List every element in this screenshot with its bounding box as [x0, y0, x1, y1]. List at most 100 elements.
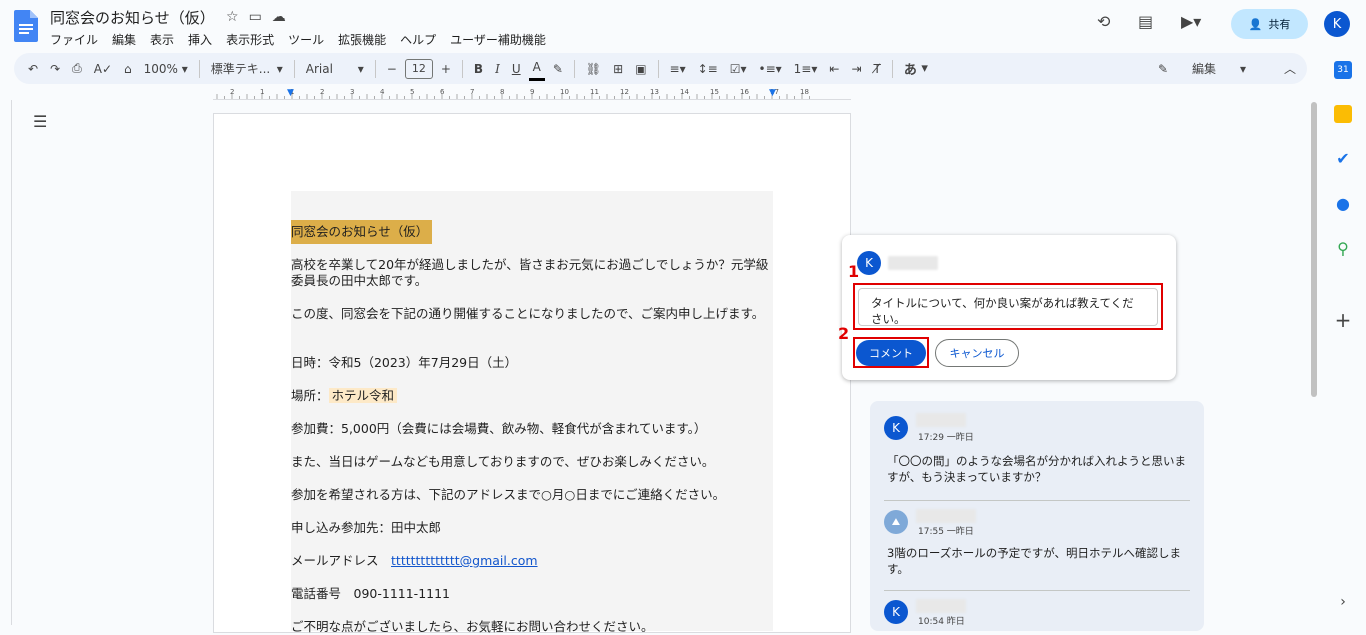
vertical-scrollbar[interactable]	[1311, 102, 1317, 397]
account-avatar[interactable]: K	[1324, 11, 1350, 37]
contact-email[interactable]: メールアドレス tttttttttttttt@gmail.com	[291, 553, 538, 569]
document-outline-icon[interactable]: ☰	[33, 112, 47, 131]
bold-button[interactable]: B	[470, 57, 487, 81]
input-tools-button[interactable]: あ ▾	[900, 57, 932, 81]
cloud-status-icon[interactable]: ☁	[272, 9, 286, 25]
font-size-input[interactable]: 12	[404, 58, 433, 79]
underline-button[interactable]: U	[508, 57, 525, 81]
maps-icon[interactable]: ⚲	[1334, 239, 1352, 258]
numbered-list-icon[interactable]: 1≡▾	[790, 57, 822, 81]
ruler-label: 8	[500, 88, 504, 96]
highlight-icon[interactable]: ✎	[549, 57, 567, 81]
paint-format-icon[interactable]: ⌂	[120, 57, 136, 81]
comment-text: 3階のローズホールの予定ですが、明日ホテルへ確認します。	[887, 546, 1182, 576]
line-spacing-icon[interactable]: ↕≡	[694, 57, 722, 81]
doc-heading[interactable]: 同窓会のお知らせ（仮）	[291, 220, 432, 244]
get-addons-icon[interactable]: +	[1334, 308, 1352, 332]
zoom-select[interactable]: 100% ▾	[140, 57, 192, 81]
decrease-indent-icon[interactable]: ⇤	[825, 57, 843, 81]
divider	[461, 59, 463, 78]
bulleted-list-icon[interactable]: •≡▾	[755, 57, 786, 81]
commenter-avatar: K	[857, 251, 881, 275]
menu-file[interactable]: ファイル	[50, 31, 98, 48]
checklist-icon[interactable]: ☑▾	[726, 57, 751, 81]
comment-input[interactable]: タイトルについて、何か良い案があれば教えてください。	[858, 288, 1158, 326]
vertical-ruler[interactable]	[0, 100, 12, 625]
italic-button[interactable]: I	[491, 57, 504, 81]
comment-time: 10:54 昨日	[918, 617, 965, 627]
undo-icon[interactable]: ↶	[24, 57, 42, 81]
ruler-label: 12	[620, 88, 629, 96]
event-date[interactable]: 日時：令和5（2023）年7月29日（土）	[291, 355, 517, 371]
menu-format[interactable]: 表示形式	[226, 31, 274, 48]
ruler-label: 1	[260, 88, 264, 96]
font-select[interactable]: Arial ▾	[302, 57, 368, 81]
paragraph-rsvp[interactable]: 参加を希望される方は、下記のアドレスまで○月○日までにご連絡ください。	[291, 487, 725, 503]
comments-icon[interactable]: ▤	[1138, 12, 1153, 31]
contact-phone[interactable]: 電話番号 090-1111-1111	[291, 586, 450, 602]
left-indent-marker[interactable]: ▼	[287, 88, 294, 98]
email-link[interactable]: tttttttttttttt@gmail.com	[391, 553, 538, 568]
comment-submit-button[interactable]: コメント	[856, 340, 926, 366]
menu-accessibility[interactable]: ユーザー補助機能	[450, 31, 546, 48]
star-icon[interactable]: ☆	[226, 9, 239, 25]
horizontal-ruler[interactable]: 2 1 1 2 3 4 5 6 7 8 9 10 11 12 13 14 15 16 17 18 ▼ ▼	[213, 88, 851, 100]
spellcheck-icon[interactable]: A✓	[90, 57, 116, 81]
thread-avatar: K	[884, 600, 908, 624]
reply-avatar-image: ⛰	[884, 510, 908, 534]
formatting-toolbar: ↶ ↷ ⎙ A✓ ⌂ 100% ▾ 標準テキ... ▾ Arial ▾ − 12 +…	[14, 53, 1307, 84]
right-indent-marker[interactable]: ▼	[769, 88, 776, 98]
print-icon[interactable]: ⎙	[68, 57, 86, 81]
event-fee[interactable]: 参加費：5,000円（会費には会場費、飲み物、軽食代が含まれています。）	[291, 421, 706, 437]
menu-edit[interactable]: 編集	[112, 31, 136, 48]
document-body[interactable]: 同窓会のお知らせ（仮） 高校を卒業して20年が経過しましたが、皆さまお元気にお過…	[291, 191, 773, 634]
history-icon[interactable]: ⟲	[1097, 12, 1110, 31]
font-value: Arial	[305, 61, 333, 76]
insert-image-icon[interactable]: ▣	[631, 57, 650, 81]
document-title[interactable]: 同窓会のお知らせ（仮）	[50, 7, 215, 28]
link-icon[interactable]: ⛓	[582, 57, 605, 81]
increase-indent-icon[interactable]: ⇥	[847, 57, 865, 81]
meet-icon[interactable]: ▶▾	[1181, 12, 1201, 31]
redo-icon[interactable]: ↷	[46, 57, 64, 81]
paragraph-closing[interactable]: ご不明な点がございましたら、お気軽にお問い合わせください。	[291, 619, 654, 635]
text-color-button[interactable]: A	[528, 57, 545, 81]
calendar-icon[interactable]: 31	[1334, 61, 1352, 79]
add-comment-icon[interactable]: ⊞	[609, 57, 627, 81]
ruler-label: 2	[320, 88, 324, 96]
collapse-toolbar-icon[interactable]: ︿	[1280, 57, 1300, 81]
menu-help[interactable]: ヘルプ	[400, 31, 436, 48]
comment-time: 17:29 一昨日	[918, 433, 974, 443]
show-side-panel-icon[interactable]: ›	[1334, 593, 1352, 611]
docs-logo-icon[interactable]	[14, 10, 38, 42]
increase-font-size-icon[interactable]: +	[437, 57, 455, 81]
email-label: メールアドレス	[291, 553, 392, 568]
menu-view[interactable]: 表示	[150, 31, 174, 48]
move-folder-icon[interactable]: ▭	[249, 9, 262, 25]
document-page[interactable]: 同窓会のお知らせ（仮） 高校を卒業して20年が経過しましたが、皆さまお元気にお過…	[213, 113, 851, 634]
keep-icon[interactable]	[1334, 105, 1352, 123]
menu-insert[interactable]: 挿入	[188, 31, 212, 48]
decrease-font-size-icon[interactable]: −	[383, 57, 401, 81]
landscape-icon: ⛰	[891, 516, 901, 528]
clear-formatting-icon[interactable]: T̸	[870, 57, 885, 81]
menu-extensions[interactable]: 拡張機能	[338, 31, 386, 48]
editing-mode-select[interactable]: ✎ 編集 ▾	[1154, 57, 1250, 81]
divider	[891, 59, 893, 78]
paragraph-announcement[interactable]: この度、同窓会を下記の通り開催することになりましたので、ご案内申し上げます。	[291, 306, 764, 322]
chevron-down-icon: ▾	[1239, 61, 1246, 76]
align-icon[interactable]: ≡▾	[666, 57, 690, 81]
tasks-icon[interactable]: ✔	[1334, 149, 1352, 168]
style-select[interactable]: 標準テキ... ▾	[207, 57, 287, 81]
share-button[interactable]: 👤 共有	[1231, 9, 1308, 39]
paragraph-games[interactable]: また、当日はゲームなども用意しておりますので、ぜひお楽しみください。	[291, 454, 714, 470]
comment-thread[interactable]: K 17:29 一昨日 「〇〇の間」のような会場名が分かれば入れようと思いますが…	[870, 401, 1204, 631]
menu-tools[interactable]: ツール	[288, 31, 324, 48]
contacts-icon[interactable]: ●	[1334, 194, 1352, 213]
comment-cancel-button[interactable]: キャンセル	[935, 339, 1019, 367]
divider	[374, 59, 376, 78]
paragraph-intro[interactable]: 高校を卒業して20年が経過しましたが、皆さまお元気にお過ごしでしょうか？元学級委…	[291, 257, 773, 289]
contact-person[interactable]: 申し込み参加先：田中太郎	[291, 520, 441, 536]
author-name-redacted	[916, 599, 966, 613]
event-place[interactable]: 場所： ホテル令和	[291, 388, 398, 404]
